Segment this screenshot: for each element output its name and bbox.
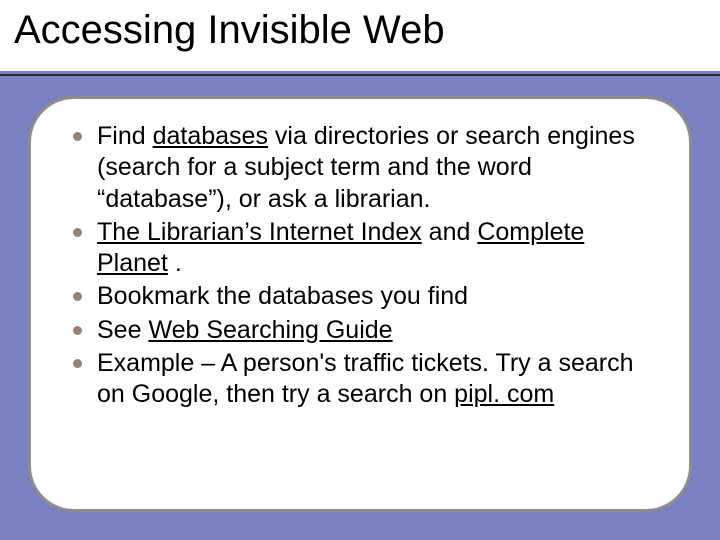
body-region: Find databases via directories or search… [28, 96, 692, 512]
bullet-item: Example – A person's traffic tickets. Tr… [79, 348, 655, 411]
content-panel: Find databases via directories or search… [28, 96, 692, 512]
link-databases[interactable]: databases [153, 122, 268, 150]
bullet-item: See Web Searching Guide [79, 315, 655, 346]
bullet-item: The Librarian’s Internet Index and Compl… [79, 217, 655, 280]
text: See [97, 316, 148, 344]
text: and [422, 218, 478, 246]
bullet-item: Bookmark the databases you find [79, 281, 655, 312]
text: Find [97, 122, 153, 150]
link-librarians-internet-index[interactable]: The Librarian’s Internet Index [97, 218, 422, 246]
link-pipl[interactable]: pipl. com [454, 380, 554, 408]
slide-title: Accessing Invisible Web [14, 8, 720, 53]
link-web-searching-guide[interactable]: Web Searching Guide [148, 316, 392, 344]
bullet-item: Find databases via directories or search… [79, 121, 655, 215]
slide: Accessing Invisible Web Find databases v… [0, 0, 720, 540]
title-region: Accessing Invisible Web [0, 0, 720, 74]
text: . [168, 249, 182, 277]
title-underline [0, 74, 720, 76]
bullet-list: Find databases via directories or search… [79, 121, 655, 410]
text: Bookmark the databases you find [97, 282, 468, 310]
